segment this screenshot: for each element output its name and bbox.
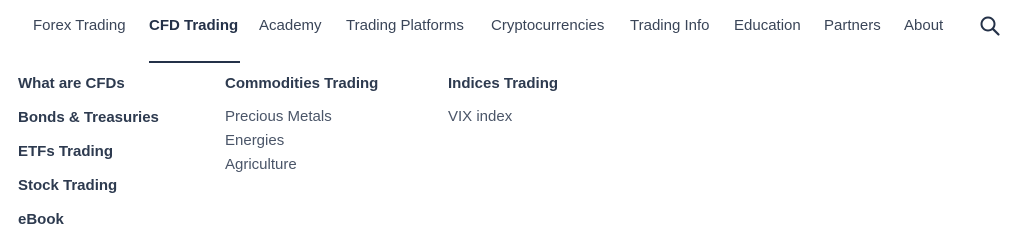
search-button[interactable]	[979, 15, 1001, 37]
menu-link-precious-metals[interactable]: Precious Metals	[225, 108, 332, 126]
search-icon	[980, 16, 1000, 36]
menu-link-bonds-treasuries[interactable]: Bonds & Treasuries	[18, 109, 159, 127]
active-tab-underline	[149, 61, 240, 63]
nav-item-academy[interactable]: Academy	[259, 16, 322, 36]
nav-item-about[interactable]: About	[904, 16, 943, 36]
nav-item-trading-info[interactable]: Trading Info	[630, 16, 710, 36]
menu-heading-commodities-trading[interactable]: Commodities Trading	[225, 75, 378, 93]
menu-heading-indices-trading[interactable]: Indices Trading	[448, 75, 558, 93]
menu-link-agriculture[interactable]: Agriculture	[225, 156, 297, 174]
nav-item-cryptocurrencies[interactable]: Cryptocurrencies	[491, 16, 604, 36]
top-navigation: Forex Trading CFD Trading Academy Tradin…	[0, 0, 1024, 52]
menu-link-ebook[interactable]: eBook	[18, 211, 64, 229]
nav-item-trading-platforms[interactable]: Trading Platforms	[346, 16, 464, 36]
menu-link-what-are-cfds[interactable]: What are CFDs	[18, 75, 125, 93]
menu-link-etfs-trading[interactable]: ETFs Trading	[18, 143, 113, 161]
menu-link-energies[interactable]: Energies	[225, 132, 284, 150]
nav-item-education[interactable]: Education	[734, 16, 801, 36]
nav-item-forex-trading[interactable]: Forex Trading	[33, 16, 126, 36]
menu-link-vix-index[interactable]: VIX index	[448, 108, 512, 126]
nav-item-cfd-trading[interactable]: CFD Trading	[149, 16, 238, 36]
menu-link-stock-trading[interactable]: Stock Trading	[18, 177, 117, 195]
nav-item-partners[interactable]: Partners	[824, 16, 881, 36]
